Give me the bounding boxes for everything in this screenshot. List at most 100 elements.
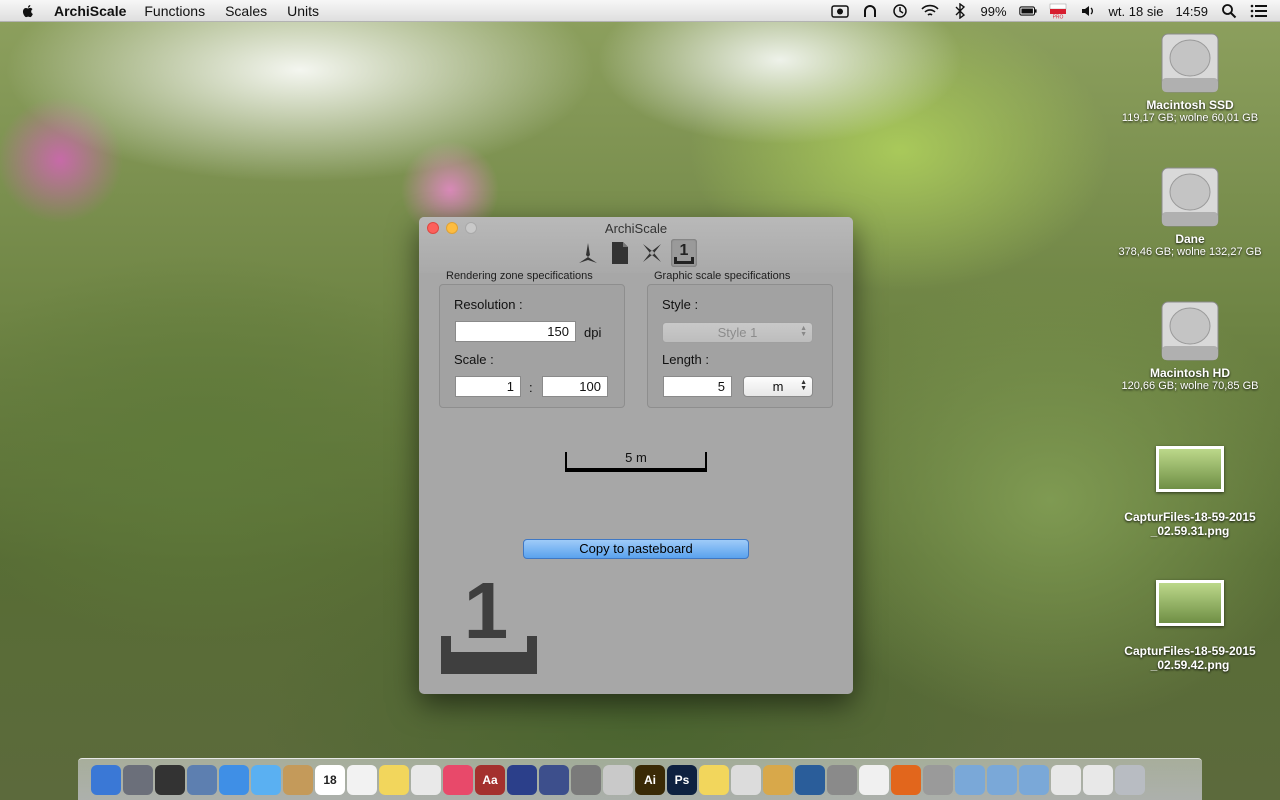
dock-icon-label: Ai xyxy=(644,772,656,787)
vpn-icon[interactable] xyxy=(861,3,879,19)
graphic-group-label: Graphic scale specifications xyxy=(654,270,791,282)
file-name-line1: CapturFiles-18-59-2015 xyxy=(1124,510,1256,524)
clock-time[interactable]: 14:59 xyxy=(1175,4,1208,19)
dock-messages-icon[interactable] xyxy=(251,764,281,795)
toolbar-graphic-scale-button[interactable]: 1 xyxy=(671,239,697,267)
hard-drive-icon xyxy=(1161,167,1219,227)
drive-info: 378,46 GB; wolne 132,27 GB xyxy=(1118,246,1262,258)
dock-ink-icon[interactable] xyxy=(539,764,569,795)
scale-numerator-input[interactable]: 1 xyxy=(455,376,521,397)
toolbar-document-button[interactable] xyxy=(607,239,633,267)
dock-dictionary-icon[interactable]: Aa xyxy=(475,764,505,795)
toolbar-compass-button[interactable] xyxy=(575,239,601,267)
archiscale-logo: 1 xyxy=(440,566,540,679)
notification-center-icon[interactable] xyxy=(1250,3,1268,19)
compass-icon xyxy=(579,243,597,263)
dock-applications-folder-icon[interactable] xyxy=(955,764,985,795)
dock-vivaldi-icon[interactable] xyxy=(859,764,889,795)
clock-day[interactable]: wt. 18 sie xyxy=(1109,4,1164,19)
desktop-drive-macintosh-hd[interactable]: Macintosh HD 120,66 GB; wolne 70,85 GB xyxy=(1105,298,1275,392)
resolution-unit: dpi xyxy=(584,325,602,340)
dock-icon-label: Ps xyxy=(674,772,690,787)
svg-text:PRO: PRO xyxy=(1052,15,1063,20)
dock-disc-icon[interactable] xyxy=(795,764,825,795)
dock-photos-icon[interactable] xyxy=(411,764,441,795)
dock-itunes-icon[interactable] xyxy=(443,764,473,795)
dock-downloads-folder-icon[interactable] xyxy=(1019,764,1049,795)
battery-icon[interactable] xyxy=(1018,3,1037,19)
scale-separator: : xyxy=(529,380,533,395)
apple-icon[interactable] xyxy=(20,3,36,19)
dock-script-icon[interactable] xyxy=(731,764,761,795)
wifi-icon[interactable] xyxy=(920,3,939,19)
desktop-drive-macintosh-ssd[interactable]: Macintosh SSD 119,17 GB; wolne 60,01 GB xyxy=(1105,30,1275,124)
scale-label: Scale : xyxy=(454,352,494,367)
dock: 18 Aa Ai Ps xyxy=(78,758,1202,800)
desktop-file-capture-2[interactable]: CapturFiles-18-59-2015 _02.59.42.png xyxy=(1105,580,1275,672)
svg-text:1: 1 xyxy=(464,570,509,655)
hard-drive-icon xyxy=(1161,301,1219,361)
drive-name: Macintosh SSD xyxy=(1146,98,1234,112)
dock-dashboard-icon[interactable] xyxy=(155,764,185,795)
length-input[interactable]: 5 xyxy=(663,376,732,397)
dock-utility-icon[interactable] xyxy=(571,764,601,795)
dock-magnifier-icon[interactable] xyxy=(763,764,793,795)
style-select[interactable]: Style 1 ▲ ▼ xyxy=(662,322,813,343)
menu-functions[interactable]: Functions xyxy=(144,3,205,19)
dock-calculator-icon[interactable] xyxy=(603,764,633,795)
length-unit-select[interactable]: m ▲ ▼ xyxy=(743,376,813,397)
svg-text:1: 1 xyxy=(680,242,689,259)
updown-arrows-icon: ▲ ▼ xyxy=(800,379,807,392)
menu-units[interactable]: Units xyxy=(287,3,319,19)
dock-system-prefs-icon[interactable] xyxy=(827,764,857,795)
file-name-line2: _02.59.42.png xyxy=(1150,658,1230,672)
resolution-input[interactable]: 150 xyxy=(455,321,576,342)
dock-screenshot-1-icon[interactable] xyxy=(1051,764,1081,795)
dock-photoshop-icon[interactable]: Ps xyxy=(667,764,697,795)
dock-safari-icon[interactable] xyxy=(219,764,249,795)
dock-finder-icon[interactable] xyxy=(91,764,121,795)
dock-preview-icon[interactable] xyxy=(187,764,217,795)
desktop-file-capture-1[interactable]: CapturFiles-18-59-2015 _02.59.31.png xyxy=(1105,446,1275,538)
dock-firefox-icon[interactable] xyxy=(891,764,921,795)
copy-to-pasteboard-button[interactable]: Copy to pasteboard xyxy=(523,539,749,559)
scale-denominator-input[interactable]: 100 xyxy=(542,376,608,397)
length-label: Length : xyxy=(662,352,709,367)
dock-archiscale-icon[interactable] xyxy=(923,764,953,795)
dock-notes-icon[interactable] xyxy=(379,764,409,795)
dock-stickies-icon[interactable] xyxy=(699,764,729,795)
menu-scales[interactable]: Scales xyxy=(225,3,267,19)
input-source-flag-icon[interactable]: PRO xyxy=(1049,3,1067,19)
bluetooth-icon[interactable] xyxy=(951,3,969,19)
dock-contacts-icon[interactable] xyxy=(283,764,313,795)
dock-trash-icon[interactable] xyxy=(1115,764,1145,795)
menu-bar: ArchiScale Functions Scales Units 99% PR… xyxy=(0,0,1280,22)
drive-name: Macintosh HD xyxy=(1149,366,1230,380)
file-name-line1: CapturFiles-18-59-2015 xyxy=(1124,644,1256,658)
toolbar-north-arrow-button[interactable] xyxy=(639,239,665,267)
scale-bar-label: 5 m xyxy=(625,450,647,465)
document-icon xyxy=(612,242,628,264)
dock-launchpad-icon[interactable] xyxy=(123,764,153,795)
dock-illustrator-icon[interactable]: Ai xyxy=(635,764,665,795)
dock-calendar-icon[interactable]: 18 xyxy=(315,764,345,795)
drive-name: Dane xyxy=(1175,232,1205,246)
battery-percent[interactable]: 99% xyxy=(981,4,1007,19)
screenshot-tool-icon[interactable] xyxy=(830,3,849,19)
resolution-label: Resolution : xyxy=(454,297,523,312)
desktop-drive-dane[interactable]: Dane 378,46 GB; wolne 132,27 GB xyxy=(1105,164,1275,258)
volume-icon[interactable] xyxy=(1079,3,1097,19)
dock-reminders-icon[interactable] xyxy=(347,764,377,795)
window-titlebar[interactable]: ArchiScale 1 xyxy=(419,217,853,273)
length-unit-value: m xyxy=(772,379,784,394)
dock-documents-folder-icon[interactable] xyxy=(987,764,1017,795)
north-arrow-icon xyxy=(643,244,661,262)
spotlight-search-icon[interactable] xyxy=(1220,3,1238,19)
hard-drive-icon xyxy=(1161,33,1219,93)
dock-uk-flag-icon[interactable] xyxy=(507,764,537,795)
drive-info: 120,66 GB; wolne 70,85 GB xyxy=(1121,380,1259,392)
window-title: ArchiScale xyxy=(604,221,668,236)
time-machine-icon[interactable] xyxy=(891,3,909,19)
menu-app-name[interactable]: ArchiScale xyxy=(54,3,126,19)
dock-screenshot-2-icon[interactable] xyxy=(1083,764,1113,795)
